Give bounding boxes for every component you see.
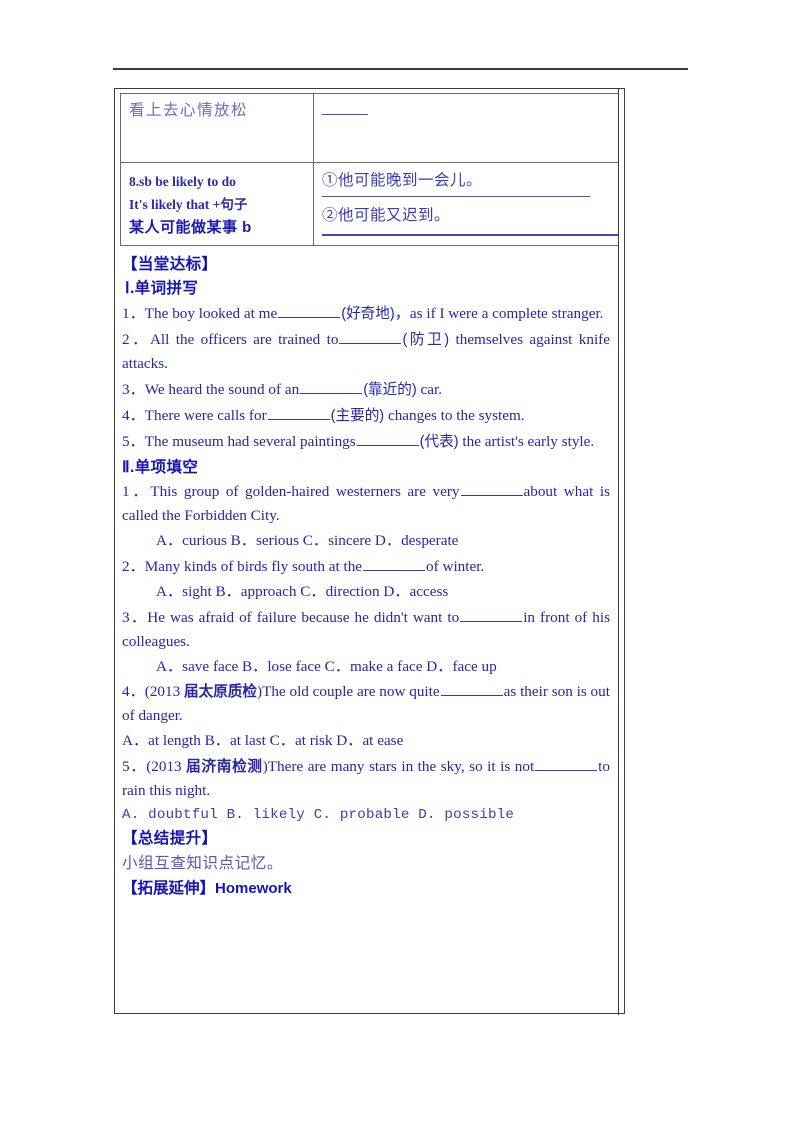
question-number: 5． bbox=[122, 757, 147, 775]
question-number: 1． bbox=[122, 305, 145, 323]
homework-label: Homework bbox=[215, 880, 292, 898]
summary-text: 小组互查知识点记忆。 bbox=[122, 854, 284, 872]
answer-blank[interactable] bbox=[356, 432, 419, 447]
question-tail: of winter. bbox=[426, 558, 485, 576]
translation-item-2: ②他可能又迟到。 bbox=[322, 205, 618, 227]
question-tail: changes to the system. bbox=[384, 407, 525, 425]
question-text: There are many stars in the sky, so it i… bbox=[267, 757, 535, 775]
document-page: 看上去心情放松 8.sb be likely to do It's likely… bbox=[0, 0, 800, 1132]
question-tail: car. bbox=[416, 381, 443, 399]
answer-blank[interactable] bbox=[460, 608, 523, 622]
question-source: 届太原质检 bbox=[184, 684, 257, 701]
structure-line-1: 8.sb be likely to do bbox=[129, 174, 236, 189]
question-number: 2． bbox=[122, 331, 150, 349]
content-outer-box: 看上去心情放松 8.sb be likely to do It's likely… bbox=[114, 88, 625, 1015]
translation-item-1: ①他可能晚到一会儿。 bbox=[322, 170, 618, 192]
homework-heading-cn: 【拓展延伸】 bbox=[122, 880, 216, 898]
choice-options-5[interactable]: A. doubtful B. likely C. probable D. pos… bbox=[122, 804, 612, 826]
question-tail: ，as if I were a complete stranger. bbox=[394, 305, 604, 323]
question-text: Many kinds of birds fly south at the bbox=[144, 558, 363, 576]
practice-heading: 【当堂达标】 bbox=[122, 256, 218, 274]
spelling-question-1: 1．The boy looked at me (好奇地)，as if I were… bbox=[122, 302, 612, 326]
choice-options-4[interactable]: A．at length B．at last C．at risk D．at eas… bbox=[122, 729, 612, 753]
translation-marker-2: ② bbox=[322, 207, 339, 225]
table-row: 看上去心情放松 bbox=[120, 93, 618, 163]
choice-question-4: 4．(2013 届太原质检)The old couple are now qui… bbox=[122, 682, 610, 725]
spelling-question-5: 5．The museum had several paintings (代表) t… bbox=[122, 430, 612, 454]
question-text: The old couple are now quite bbox=[262, 683, 440, 701]
part2-heading: Ⅱ.单项填空 bbox=[122, 458, 199, 476]
table-cell-answer bbox=[313, 93, 618, 163]
question-number: 1． bbox=[122, 483, 151, 501]
question-hint: (防卫) bbox=[402, 332, 450, 349]
spelling-question-3: 3．We heard the sound of an (靠近的) car. bbox=[122, 378, 612, 402]
choice-question-2: 2．Many kinds of birds fly south at the of… bbox=[122, 555, 612, 579]
question-text: He was afraid of failure because he didn… bbox=[147, 608, 460, 626]
table-cell-structure: 8.sb be likely to do It's likely that +句… bbox=[120, 161, 314, 247]
spelling-question-2: 2．All the officers are trained to (防卫) th… bbox=[122, 328, 612, 376]
choice-question-1: 1．This group of golden-haired westerners… bbox=[122, 480, 612, 528]
homework-heading: 【拓展延伸】Homework bbox=[122, 879, 612, 900]
structure-line-2: It's likely that +句子 bbox=[129, 197, 248, 213]
translation-blank-1[interactable] bbox=[322, 196, 590, 198]
choice-question-5: 5．(2013 届济南检测)There are many stars in th… bbox=[122, 757, 610, 799]
header-rule bbox=[113, 68, 688, 70]
answer-blank[interactable] bbox=[322, 101, 368, 115]
question-number: 3． bbox=[122, 608, 148, 626]
content-body: 看上去心情放松 8.sb be likely to do It's likely… bbox=[115, 93, 618, 900]
translation-text-2: 他可能又迟到。 bbox=[338, 207, 451, 225]
question-hint: (代表) bbox=[419, 434, 459, 451]
question-hint: (主要的) bbox=[330, 408, 385, 425]
content-column: 看上去心情放松 8.sb be likely to do It's likely… bbox=[115, 89, 619, 1015]
answer-blank[interactable] bbox=[267, 406, 330, 421]
answer-blank[interactable] bbox=[300, 380, 363, 395]
answer-blank[interactable] bbox=[440, 682, 503, 697]
question-text: The boy looked at me bbox=[144, 305, 278, 323]
translation-text-1: 他可能晚到一会儿。 bbox=[338, 172, 483, 189]
structure-line-3: 某人可能做某事 b bbox=[129, 219, 252, 237]
translation-blank-2[interactable] bbox=[322, 233, 618, 236]
vocab-table: 看上去心情放松 8.sb be likely to do It's likely… bbox=[120, 93, 618, 247]
choice-question-3: 3．He was afraid of failure because he di… bbox=[122, 606, 612, 654]
answer-blank[interactable] bbox=[339, 330, 402, 345]
question-number: 5． bbox=[122, 433, 145, 451]
spelling-question-4: 4．There were calls for (主要的) changes to t… bbox=[122, 404, 612, 428]
phrase-chinese: 看上去心情放松 bbox=[129, 102, 249, 119]
translation-marker-1: ① bbox=[322, 172, 339, 189]
question-text: There were calls for bbox=[144, 407, 267, 425]
choice-options-2[interactable]: A．sight B．approach C．direction D．access bbox=[122, 580, 612, 604]
answer-blank[interactable] bbox=[460, 482, 523, 497]
question-number: 2． bbox=[122, 558, 145, 576]
table-cell-phrase: 看上去心情放松 bbox=[120, 93, 314, 163]
question-source: 届济南检测 bbox=[186, 758, 263, 775]
question-number: 3． bbox=[122, 381, 145, 399]
table-cell-translation: ①他可能晚到一会儿。 ②他可能又迟到。 bbox=[313, 161, 618, 247]
question-text: This group of golden-haired westerners a… bbox=[150, 483, 460, 501]
question-number: 4． bbox=[122, 407, 145, 425]
summary-heading: 【总结提升】 bbox=[122, 829, 218, 847]
question-text: All the officers are trained to bbox=[149, 331, 339, 349]
exercise-area: 【当堂达标】 Ⅰ.单词拼写 1．The boy looked at me (好奇地… bbox=[115, 246, 618, 900]
answer-blank[interactable] bbox=[278, 304, 341, 319]
question-text: We heard the sound of an bbox=[144, 381, 300, 399]
table-row: 8.sb be likely to do It's likely that +句… bbox=[120, 161, 618, 247]
question-hint: (好奇地) bbox=[341, 306, 395, 323]
question-text: The museum had several paintings bbox=[144, 433, 356, 451]
question-hint: (靠近的) bbox=[363, 382, 417, 399]
question-number: 4． bbox=[122, 683, 145, 701]
choice-options-3[interactable]: A．save face B．lose face C．make a face D．… bbox=[122, 655, 612, 679]
question-tail: the artist's early style. bbox=[458, 433, 595, 451]
part1-heading: Ⅰ.单词拼写 bbox=[125, 280, 199, 298]
choice-options-1[interactable]: A．curious B．serious C．sincere D．desperat… bbox=[122, 529, 612, 553]
answer-blank[interactable] bbox=[363, 557, 426, 572]
answer-blank[interactable] bbox=[535, 757, 598, 771]
